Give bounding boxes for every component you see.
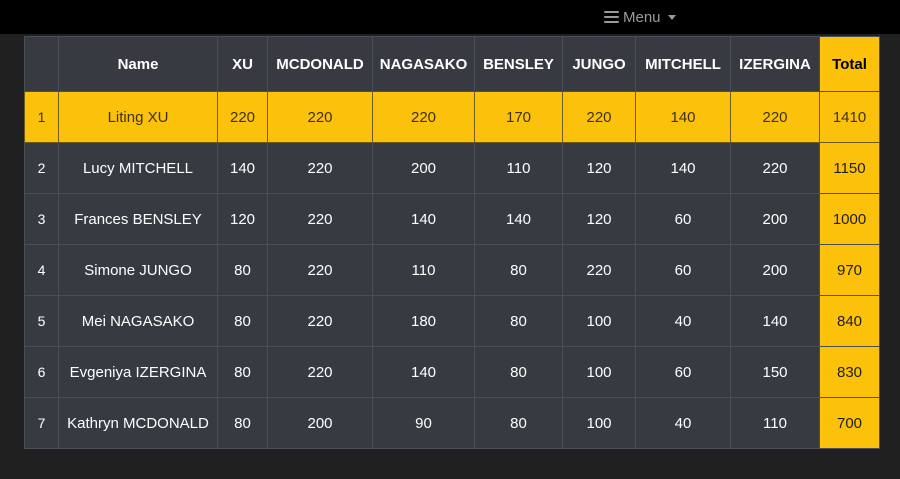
header-name: Name <box>58 36 218 92</box>
cell-nagasako: 140 <box>372 346 475 398</box>
cell-izergina: 200 <box>730 244 820 296</box>
cell-nagasako: 200 <box>372 142 475 194</box>
cell-bensley: 140 <box>474 193 563 245</box>
cell-izergina: 220 <box>730 91 820 143</box>
cell-jungo: 120 <box>562 193 636 245</box>
cell-mcdonald: 220 <box>267 142 373 194</box>
cell-xu: 220 <box>217 91 268 143</box>
cell-bensley: 110 <box>474 142 563 194</box>
cell-bensley: 80 <box>474 244 563 296</box>
cell-mitchell: 140 <box>635 142 731 194</box>
cell-nagasako: 180 <box>372 295 475 347</box>
cell-rank: 4 <box>24 244 59 296</box>
table-row: 2 Lucy MITCHELL 140 220 200 110 120 140 220 1150 <box>24 142 880 194</box>
table-row: 6 Evgeniya IZERGINA 80 220 140 80 100 60 150 830 <box>24 346 880 398</box>
cell-mitchell: 40 <box>635 295 731 347</box>
cell-rank: 5 <box>24 295 59 347</box>
cell-name: Kathryn MCDONALD <box>58 397 218 449</box>
cell-name: Frances BENSLEY <box>58 193 218 245</box>
table-row: 4 Simone JUNGO 80 220 110 80 220 60 200 970 <box>24 244 880 296</box>
cell-rank: 2 <box>24 142 59 194</box>
cell-total: 1000 <box>819 193 880 245</box>
cell-nagasako: 110 <box>372 244 475 296</box>
cell-bensley: 170 <box>474 91 563 143</box>
cell-name: Evgeniya IZERGINA <box>58 346 218 398</box>
top-navbar: Menu <box>0 0 900 34</box>
header-mcdonald: MCDONALD <box>267 36 373 92</box>
cell-izergina: 200 <box>730 193 820 245</box>
cell-nagasako: 220 <box>372 91 475 143</box>
table-row: 5 Mei NAGASAKO 80 220 180 80 100 40 140 840 <box>24 295 880 347</box>
caret-down-icon <box>667 15 676 20</box>
cell-izergina: 110 <box>730 397 820 449</box>
cell-jungo: 220 <box>562 91 636 143</box>
cell-xu: 80 <box>217 244 268 296</box>
cell-bensley: 80 <box>474 346 563 398</box>
cell-nagasako: 90 <box>372 397 475 449</box>
table-row: 7 Kathryn MCDONALD 80 200 90 80 100 40 110 700 <box>24 397 880 449</box>
header-bensley: BENSLEY <box>474 36 563 92</box>
cell-jungo: 120 <box>562 142 636 194</box>
table-row: 1 Liting XU 220 220 220 170 220 140 220 1410 <box>24 91 880 143</box>
cell-mitchell: 60 <box>635 244 731 296</box>
cell-total: 840 <box>819 295 880 347</box>
cell-bensley: 80 <box>474 295 563 347</box>
menu-label: Menu <box>623 8 661 26</box>
menu-toggle-button[interactable]: Menu <box>604 6 676 28</box>
cell-mcdonald: 220 <box>267 244 373 296</box>
header-jungo: JUNGO <box>562 36 636 92</box>
cell-izergina: 150 <box>730 346 820 398</box>
cell-name: Mei NAGASAKO <box>58 295 218 347</box>
cell-bensley: 80 <box>474 397 563 449</box>
header-nagasako: NAGASAKO <box>372 36 475 92</box>
cell-name: Liting XU <box>58 91 218 143</box>
cell-mitchell: 60 <box>635 346 731 398</box>
table-row: 3 Frances BENSLEY 120 220 140 140 120 60 200 1000 <box>24 193 880 245</box>
cell-mcdonald: 220 <box>267 346 373 398</box>
cell-izergina: 220 <box>730 142 820 194</box>
standings-table-container: Name XU MCDONALD NAGASAKO BENSLEY JUNGO … <box>24 36 880 449</box>
cell-name: Simone JUNGO <box>58 244 218 296</box>
cell-xu: 140 <box>217 142 268 194</box>
cell-mcdonald: 220 <box>267 91 373 143</box>
header-xu: XU <box>217 36 268 92</box>
cell-total: 970 <box>819 244 880 296</box>
cell-xu: 80 <box>217 295 268 347</box>
table-header-row: Name XU MCDONALD NAGASAKO BENSLEY JUNGO … <box>24 36 880 92</box>
cell-total: 1410 <box>819 91 880 143</box>
cell-xu: 120 <box>217 193 268 245</box>
cell-rank: 1 <box>24 91 59 143</box>
cell-jungo: 100 <box>562 346 636 398</box>
cell-total: 830 <box>819 346 880 398</box>
cell-mcdonald: 220 <box>267 295 373 347</box>
cell-name: Lucy MITCHELL <box>58 142 218 194</box>
hamburger-icon <box>604 11 619 23</box>
cell-rank: 6 <box>24 346 59 398</box>
cell-total: 700 <box>819 397 880 449</box>
cell-mitchell: 40 <box>635 397 731 449</box>
cell-xu: 80 <box>217 346 268 398</box>
cell-mitchell: 140 <box>635 91 731 143</box>
cell-rank: 3 <box>24 193 59 245</box>
cell-jungo: 100 <box>562 295 636 347</box>
cell-mcdonald: 200 <box>267 397 373 449</box>
header-mitchell: MITCHELL <box>635 36 731 92</box>
standings-table: Name XU MCDONALD NAGASAKO BENSLEY JUNGO … <box>24 36 880 449</box>
cell-mcdonald: 220 <box>267 193 373 245</box>
cell-jungo: 220 <box>562 244 636 296</box>
cell-rank: 7 <box>24 397 59 449</box>
cell-nagasako: 140 <box>372 193 475 245</box>
cell-izergina: 140 <box>730 295 820 347</box>
header-izergina: IZERGINA <box>730 36 820 92</box>
cell-jungo: 100 <box>562 397 636 449</box>
cell-total: 1150 <box>819 142 880 194</box>
header-total: Total <box>819 36 880 92</box>
cell-mitchell: 60 <box>635 193 731 245</box>
table-body: 1 Liting XU 220 220 220 170 220 140 220 1410 2 Lucy… <box>24 91 880 449</box>
cell-xu: 80 <box>217 397 268 449</box>
header-rank <box>24 36 59 92</box>
